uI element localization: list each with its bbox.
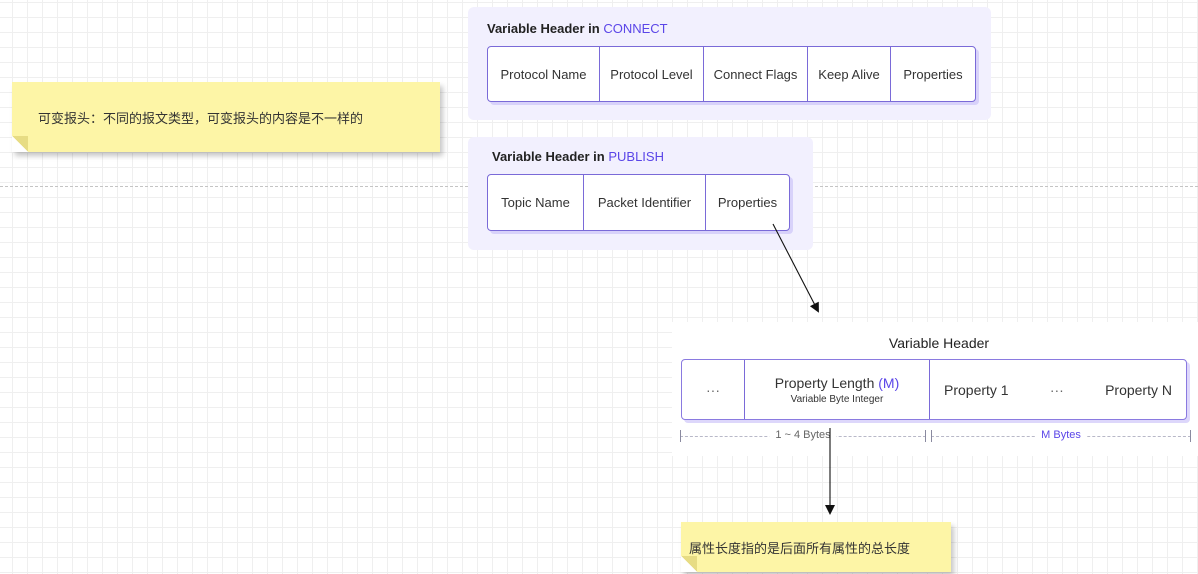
field-protocol-level: Protocol Level bbox=[600, 47, 704, 101]
field-properties: Properties bbox=[717, 195, 778, 210]
field-ellipsis-mid: ··· bbox=[1049, 381, 1064, 398]
dimension-label-left: 1 ~ 4 Bytes bbox=[769, 429, 837, 441]
note-text: 属性长度指的是后面所有属性的总长度 bbox=[689, 541, 911, 557]
connect-fields: Protocol Name Protocol Level Connect Fla… bbox=[487, 46, 976, 102]
dimension-1-4-bytes: 1 ~ 4 Bytes bbox=[680, 428, 926, 444]
property-length-m: (M) bbox=[878, 374, 900, 391]
field-connect-flags: Connect Flags bbox=[704, 47, 808, 101]
field-keep-alive: Keep Alive bbox=[808, 47, 891, 101]
field-properties: Properties bbox=[903, 66, 963, 82]
field-topic-name: Topic Name bbox=[488, 175, 584, 230]
field-ellipsis: ··· bbox=[682, 360, 745, 419]
property-length-subtitle: Variable Byte Integer bbox=[790, 393, 884, 405]
connect-packet-type: CONNECT bbox=[603, 21, 668, 36]
publish-panel-title: Variable Header in PUBLISH bbox=[492, 149, 664, 164]
field-packet-identifier: Packet Identifier bbox=[584, 175, 706, 230]
dimension-m-bytes: M Bytes bbox=[931, 428, 1191, 444]
dimension-label-right: M Bytes bbox=[1035, 429, 1087, 441]
sticky-note-property-length[interactable]: 属性长度指的是后面所有属性的总长度 bbox=[681, 522, 951, 572]
note-text: 可变报头：不同的报文类型，可变报头的内容是不一样的 bbox=[38, 111, 364, 127]
publish-variable-header-panel[interactable]: Variable Header in PUBLISH Topic Name Pa… bbox=[468, 137, 813, 250]
publish-packet-type: PUBLISH bbox=[608, 149, 664, 164]
field-protocol-name: Protocol Name bbox=[488, 47, 600, 101]
variable-header-detail-panel[interactable]: Variable Header ··· Property Length (M) … bbox=[672, 322, 1198, 456]
connect-panel-title: Variable Header in CONNECT bbox=[487, 21, 668, 36]
properties-group: Property 1 ··· Property N bbox=[930, 360, 1186, 419]
sticky-note-variable-header[interactable]: 可变报头：不同的报文类型，可变报头的内容是不一样的 bbox=[12, 82, 440, 152]
connect-variable-header-panel[interactable]: Variable Header in CONNECT Protocol Name… bbox=[468, 7, 991, 120]
variable-header-title: Variable Header bbox=[888, 335, 990, 351]
field-property-n: Property N bbox=[1105, 381, 1172, 398]
variable-header-fields: ··· Property Length (M) Variable Byte In… bbox=[681, 359, 1187, 420]
publish-fields: Topic Name Packet Identifier Properties bbox=[487, 174, 790, 231]
field-property-length: Property Length (M) Variable Byte Intege… bbox=[745, 360, 930, 419]
field-property-1: Property 1 bbox=[944, 381, 1009, 398]
